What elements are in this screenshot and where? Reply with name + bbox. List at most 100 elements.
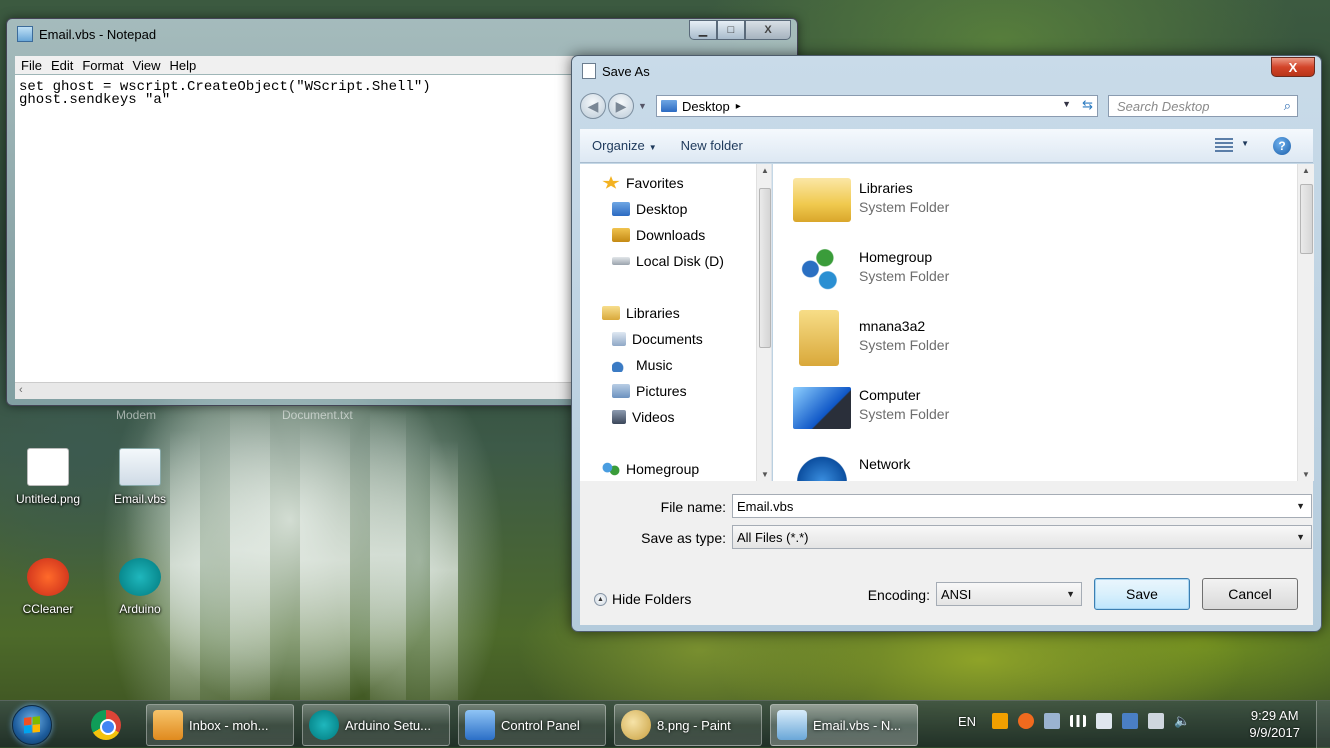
- notepad-text-area[interactable]: set ghost = wscript.CreateObject("WScrip…: [15, 75, 575, 382]
- scroll-down-icon[interactable]: ▼: [1302, 470, 1310, 479]
- file-list-scrollbar[interactable]: ▲ ▼: [1297, 164, 1314, 481]
- chevron-down-icon[interactable]: ▼: [1066, 589, 1075, 599]
- file-name-input[interactable]: Email.vbs ▼: [732, 494, 1312, 518]
- action-center-icon[interactable]: [1096, 713, 1113, 729]
- taskbar-button-outlook[interactable]: Inbox - moh...: [146, 704, 294, 746]
- save-as-dialog[interactable]: Save As X ◀ ▶ ▼ Desktop ▸ ▼ ⇆ Search Des…: [571, 55, 1322, 632]
- desktop-icon-arduino[interactable]: Arduino: [100, 558, 180, 616]
- nav-item-desktop[interactable]: Desktop: [612, 201, 687, 217]
- back-button[interactable]: ◀: [580, 93, 606, 119]
- image-file-icon: [27, 448, 69, 486]
- desktop-icon-ccleaner[interactable]: CCleaner: [8, 558, 88, 616]
- forward-button[interactable]: ▶: [608, 93, 634, 119]
- menu-format[interactable]: Format: [82, 58, 123, 73]
- nav-item-homegroup[interactable]: Homegroup: [602, 461, 699, 477]
- close-button[interactable]: X: [745, 20, 791, 40]
- save-button[interactable]: Save: [1094, 578, 1190, 610]
- breadcrumb-chevron-icon[interactable]: ▸: [736, 101, 741, 112]
- organize-button[interactable]: Organize ▼: [580, 138, 669, 153]
- search-icon[interactable]: ⌕: [1284, 98, 1291, 114]
- notepad-horizontal-scrollbar[interactable]: ‹: [15, 382, 575, 399]
- chevron-down-icon[interactable]: ▼: [1241, 139, 1249, 148]
- scroll-left-icon[interactable]: ‹: [19, 384, 23, 396]
- language-indicator[interactable]: EN: [958, 714, 976, 729]
- notepad-icon: [17, 26, 33, 42]
- nav-item-libraries[interactable]: Libraries: [602, 305, 680, 321]
- taskbar-button-control-panel[interactable]: Control Panel: [458, 704, 606, 746]
- display-icon[interactable]: [1044, 713, 1061, 729]
- power-icon[interactable]: [1148, 713, 1165, 729]
- windows-logo-icon: [24, 716, 40, 734]
- scroll-up-icon[interactable]: ▲: [761, 166, 769, 175]
- refresh-icon[interactable]: ⇆: [1082, 97, 1093, 113]
- show-desktop-button[interactable]: [1316, 701, 1330, 748]
- file-item-mnana3a2[interactable]: mnana3a2 System Folder: [793, 310, 949, 366]
- desktop-icon-label: Untitled.png: [15, 492, 81, 506]
- encoding-select[interactable]: ANSI ▼: [936, 582, 1082, 606]
- star-icon: [602, 176, 620, 189]
- signal-icon[interactable]: [1070, 715, 1087, 727]
- nav-item-local-disk[interactable]: Local Disk (D): [612, 253, 724, 269]
- volume-icon[interactable]: 🔈: [1174, 713, 1190, 729]
- taskbar-chrome[interactable]: [78, 705, 134, 745]
- file-item-computer[interactable]: Computer System Folder: [793, 379, 949, 429]
- maximize-button[interactable]: □: [717, 20, 745, 40]
- navigation-pane-scrollbar[interactable]: ▲ ▼: [756, 164, 771, 481]
- downloads-icon: [612, 228, 630, 242]
- search-input[interactable]: Search Desktop ⌕: [1108, 95, 1298, 117]
- control-panel-icon: [465, 710, 495, 740]
- change-view-icon[interactable]: [1215, 138, 1233, 152]
- address-location[interactable]: Desktop: [682, 99, 730, 114]
- nav-item-documents[interactable]: Documents: [612, 331, 703, 347]
- libraries-folder-icon: [793, 178, 851, 222]
- dialog-close-button[interactable]: X: [1271, 57, 1315, 77]
- notepad-titlebar[interactable]: Email.vbs - Notepad: [7, 19, 797, 49]
- new-folder-button[interactable]: New folder: [669, 138, 755, 153]
- homegroup-icon: [793, 241, 851, 297]
- hide-folders-toggle[interactable]: ▲ Hide Folders: [594, 591, 691, 607]
- nav-item-videos[interactable]: Videos: [612, 409, 675, 425]
- desktop-icon-untitled-png[interactable]: Untitled.png: [8, 448, 88, 506]
- system-tray: EN 🔈: [958, 713, 1190, 729]
- cancel-button[interactable]: Cancel: [1202, 578, 1298, 610]
- address-dropdown-icon[interactable]: ▼: [1062, 99, 1071, 109]
- taskbar-clock[interactable]: 9:29 AM 9/9/2017: [1249, 707, 1300, 741]
- scroll-up-icon[interactable]: ▲: [1302, 166, 1310, 175]
- desktop-icon-email-vbs[interactable]: Email.vbs: [100, 448, 180, 506]
- nav-item-music[interactable]: Music: [612, 357, 673, 373]
- chevron-down-icon[interactable]: ▼: [1296, 532, 1305, 542]
- taskbar: Inbox - moh... Arduino Setu... Control P…: [0, 700, 1330, 748]
- scrollbar-thumb[interactable]: [759, 188, 771, 348]
- save-as-type-select[interactable]: All Files (*.*) ▼: [732, 525, 1312, 549]
- network-icon[interactable]: [1122, 713, 1139, 729]
- menu-view[interactable]: View: [133, 58, 161, 73]
- menu-help[interactable]: Help: [169, 58, 196, 73]
- minimize-button[interactable]: ▁: [689, 20, 717, 40]
- homegroup-icon: [602, 462, 620, 476]
- file-item-network[interactable]: Network: [793, 448, 910, 481]
- taskbar-button-paint[interactable]: 8.png - Paint: [614, 704, 762, 746]
- taskbar-button-arduino[interactable]: Arduino Setu...: [302, 704, 450, 746]
- nav-item-downloads[interactable]: Downloads: [612, 227, 705, 243]
- help-icon[interactable]: ?: [1273, 137, 1291, 155]
- nav-item-pictures[interactable]: Pictures: [612, 383, 687, 399]
- start-button[interactable]: [12, 705, 52, 745]
- scrollbar-thumb[interactable]: [1300, 184, 1313, 254]
- file-item-libraries[interactable]: Libraries System Folder: [793, 172, 949, 222]
- office-icon[interactable]: [992, 713, 1009, 729]
- media-icon[interactable]: [1018, 713, 1035, 729]
- taskbar-button-notepad[interactable]: Email.vbs - N...: [770, 704, 918, 746]
- hide-folders-label: Hide Folders: [612, 591, 692, 607]
- file-type: System Folder: [859, 337, 950, 353]
- chevron-down-icon[interactable]: ▼: [1296, 501, 1305, 511]
- save-as-titlebar[interactable]: Save As: [572, 56, 1321, 86]
- chevron-down-icon: ▼: [648, 143, 657, 152]
- recent-locations-dropdown[interactable]: ▼: [638, 101, 650, 111]
- scroll-down-icon[interactable]: ▼: [761, 470, 769, 479]
- nav-item-favorites[interactable]: Favorites: [602, 175, 684, 191]
- address-bar[interactable]: Desktop ▸ ▼ ⇆: [656, 95, 1098, 117]
- menu-edit[interactable]: Edit: [51, 58, 73, 73]
- navigation-row: ◀ ▶ ▼ Desktop ▸ ▼ ⇆ Search Desktop ⌕: [580, 91, 1313, 121]
- file-item-homegroup[interactable]: Homegroup System Folder: [793, 241, 949, 297]
- menu-file[interactable]: File: [21, 58, 42, 73]
